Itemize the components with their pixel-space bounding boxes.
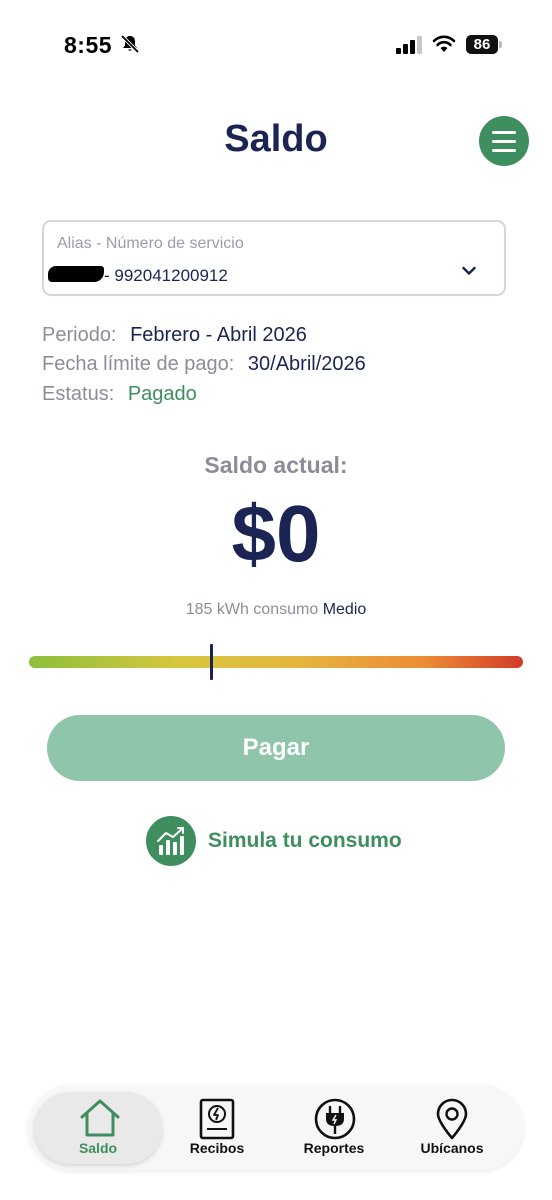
cell-signal-icon <box>396 36 422 54</box>
nav-label-recibos: Recibos <box>189 1140 245 1156</box>
page-title: Saldo <box>224 118 328 160</box>
balance-label: Saldo actual: <box>204 452 348 478</box>
balance-amount: $0 <box>231 489 321 578</box>
location-pin-icon <box>436 1098 468 1140</box>
nav-label-ubicanos: Ubícanos <box>420 1140 484 1156</box>
hamburger-icon-line <box>492 131 516 134</box>
status-bar: 8:55 86 <box>0 0 552 90</box>
period-row: Periodo: Febrero - Abril 2026 <box>42 324 307 347</box>
chart-icon <box>146 816 196 866</box>
bell-slash-icon <box>120 34 140 54</box>
nav-label-saldo: Saldo <box>78 1140 118 1156</box>
due-date-row: Fecha límite de pago: 30/Abril/2026 <box>42 353 366 376</box>
home-icon <box>80 1099 120 1137</box>
nav-item-ubicanos[interactable]: Ubícanos <box>392 1086 512 1170</box>
nav-label-reportes: Reportes <box>303 1140 365 1156</box>
period-label: Periodo: <box>42 324 117 346</box>
battery-indicator: 86 <box>466 35 502 54</box>
nav-item-reportes[interactable]: Reportes <box>274 1086 394 1170</box>
chevron-down-icon <box>462 266 476 275</box>
due-date-label: Fecha límite de pago: <box>42 353 235 375</box>
menu-button[interactable] <box>479 116 529 166</box>
due-date-value: 30/Abril/2026 <box>247 353 366 375</box>
consumption-meter-bar <box>29 656 523 668</box>
hamburger-icon-line <box>492 149 516 152</box>
redacted-alias <box>48 266 104 282</box>
wifi-icon <box>432 35 456 52</box>
status-value: Pagado <box>127 383 197 405</box>
receipt-icon <box>199 1098 235 1140</box>
status-time: 8:55 <box>64 32 113 58</box>
battery-level: 86 <box>466 35 498 54</box>
plug-icon <box>314 1098 356 1140</box>
status-row: Estatus: Pagado <box>42 383 197 406</box>
status-label: Estatus: <box>42 383 115 405</box>
service-select-label: Alias - Número de servicio <box>57 235 244 252</box>
simulate-consumption-label: Simula tu consumo <box>208 829 402 852</box>
consumption-text: 185 kWh consumo Medio <box>0 601 552 619</box>
consumption-level: Medio <box>322 601 367 618</box>
service-number-value: - 992041200912 <box>104 266 228 285</box>
nav-item-recibos[interactable]: Recibos <box>157 1086 277 1170</box>
consumption-kwh: 185 kWh consumo <box>185 601 319 618</box>
nav-item-saldo[interactable]: Saldo <box>38 1086 158 1170</box>
hamburger-icon-line <box>492 140 516 143</box>
service-number-select[interactable]: Alias - Número de servicio - 99204120091… <box>42 220 506 296</box>
battery-tip <box>499 41 502 48</box>
period-value: Febrero - Abril 2026 <box>130 324 307 346</box>
bottom-navigation: Saldo Recibos Reportes Ubícanos <box>29 1086 523 1170</box>
pay-button[interactable]: Pagar <box>47 715 505 781</box>
consumption-meter-marker <box>210 644 214 680</box>
